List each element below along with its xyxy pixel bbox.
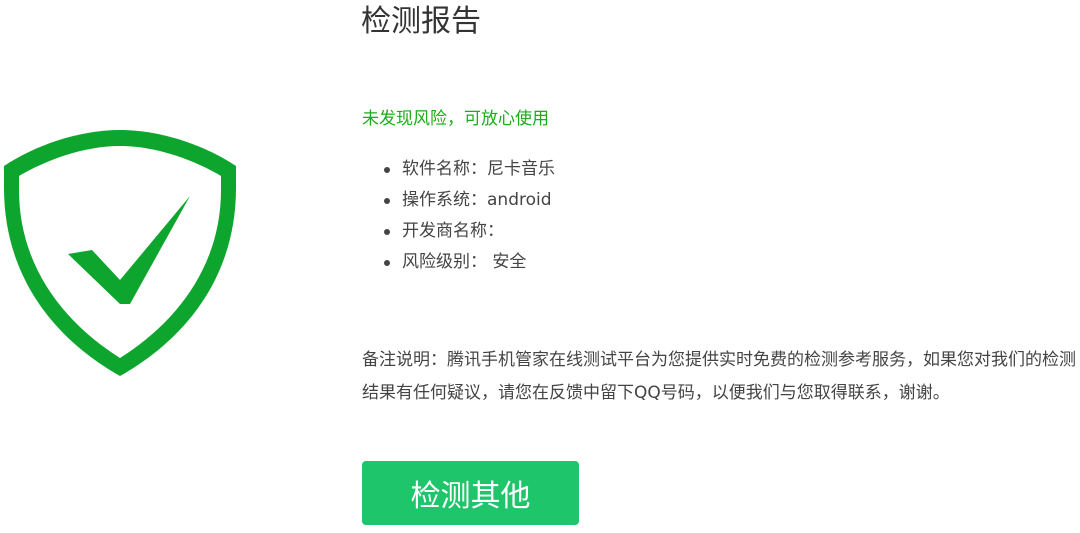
- bullet-icon: [384, 167, 390, 173]
- disclaimer-note: 备注说明：腾讯手机管家在线测试平台为您提供实时免费的检测参考服务，如果您对我们的…: [362, 350, 1076, 403]
- detail-value: 安全: [487, 252, 527, 272]
- detail-label: 开发商名称：: [402, 221, 504, 241]
- report-page: 检测报告 未发现风险，可放心使用 软件名称：尼卡音乐 操作系统：android …: [0, 0, 1080, 533]
- detail-value: 尼卡音乐: [487, 159, 555, 179]
- page-title: 检测报告: [361, 4, 481, 39]
- list-item-os: 操作系统：android: [362, 185, 555, 216]
- app-info-list: 软件名称：尼卡音乐 操作系统：android 开发商名称： 风险级别： 安全: [362, 154, 555, 278]
- bullet-icon: [384, 260, 390, 266]
- detail-label: 风险级别：: [402, 252, 487, 272]
- detail-label: 软件名称：: [402, 159, 487, 179]
- list-item-risk-level: 风险级别： 安全: [362, 247, 555, 278]
- detail-label: 操作系统：: [402, 190, 487, 210]
- list-item-developer: 开发商名称：: [362, 216, 555, 247]
- detail-value: android: [487, 190, 552, 210]
- scan-other-button[interactable]: 检测其他: [362, 461, 579, 525]
- list-item-software-name: 软件名称：尼卡音乐: [362, 154, 555, 185]
- scan-status-text: 未发现风险，可放心使用: [362, 109, 549, 129]
- shield-check-icon: [0, 128, 240, 380]
- bullet-icon: [384, 198, 390, 204]
- bullet-icon: [384, 229, 390, 235]
